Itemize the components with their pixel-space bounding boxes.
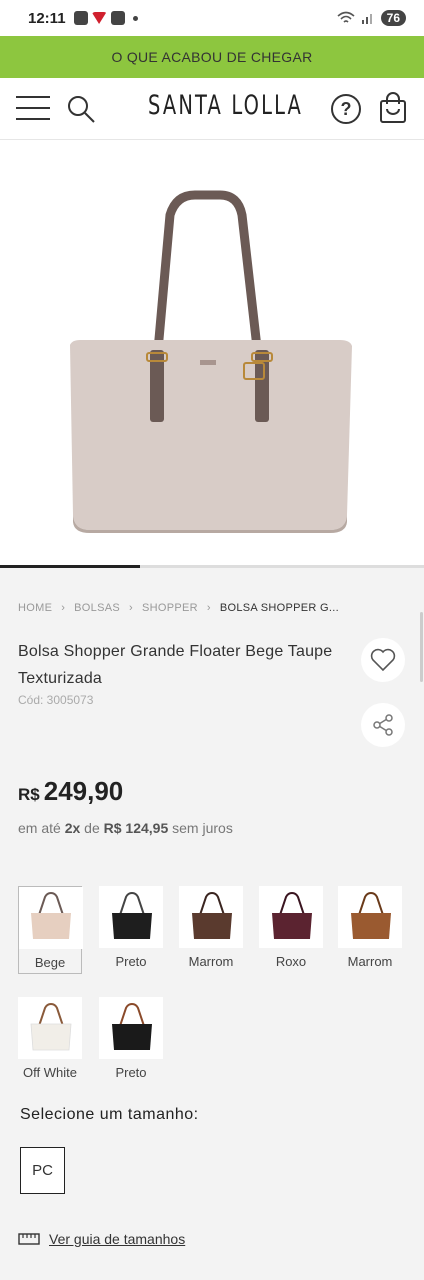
installments-amount: R$ 124,95 bbox=[103, 820, 169, 836]
brand-logo[interactable]: SANTA LOLLA bbox=[148, 90, 301, 130]
size-guide-link[interactable]: Ver guia de tamanhos bbox=[18, 1231, 185, 1247]
scrollbar[interactable] bbox=[420, 612, 423, 682]
swatch-thumbnail bbox=[179, 886, 243, 948]
color-swatch-bege[interactable]: Bege bbox=[18, 886, 83, 974]
swatch-thumbnail bbox=[18, 997, 82, 1059]
size-guide-text: Ver guia de tamanhos bbox=[49, 1231, 186, 1247]
swatch-thumbnail bbox=[99, 997, 163, 1059]
notification-v-icon bbox=[91, 12, 107, 24]
installments-prefix: em até bbox=[18, 820, 61, 836]
swatch-label: Preto bbox=[115, 954, 147, 969]
color-swatch-preto-2[interactable]: Preto bbox=[99, 997, 163, 1080]
product-sku: Cód: 3005073 bbox=[18, 693, 94, 707]
signal-icon bbox=[361, 14, 372, 24]
installments-count: 2x bbox=[64, 820, 81, 836]
color-swatch-roxo[interactable]: Roxo bbox=[259, 886, 323, 969]
installments-of: de bbox=[84, 820, 100, 836]
more-notifications-icon bbox=[132, 15, 138, 21]
swatch-label: Off White bbox=[23, 1065, 77, 1080]
swatch-thumbnail bbox=[338, 886, 402, 948]
breadcrumb-home[interactable]: HOME bbox=[18, 602, 52, 614]
product-image[interactable] bbox=[0, 140, 424, 565]
product-price: R$ 249,90 bbox=[18, 776, 123, 807]
breadcrumb: HOME › BOLSAS › SHOPPER › BOLSA SHOPPER … bbox=[18, 602, 408, 614]
swatch-label: Preto bbox=[115, 1065, 147, 1080]
gallery-progress-fill bbox=[0, 565, 140, 568]
search-icon[interactable] bbox=[66, 94, 96, 124]
product-bag-image bbox=[70, 190, 352, 533]
status-right: 76 bbox=[337, 10, 406, 26]
color-swatch-marrom-caramelo[interactable]: Marrom bbox=[338, 886, 402, 969]
share-button[interactable] bbox=[361, 703, 405, 747]
gallery-progress bbox=[0, 565, 424, 568]
youtube-icon bbox=[110, 11, 125, 25]
breadcrumb-bolsas[interactable]: BOLSAS bbox=[74, 602, 120, 614]
help-icon[interactable]: ? bbox=[331, 94, 361, 124]
chevron-right-icon: › bbox=[206, 602, 211, 614]
promo-banner[interactable]: O QUE ACABOU DE CHEGAR bbox=[0, 36, 424, 78]
share-icon bbox=[373, 714, 393, 736]
color-swatch-preto[interactable]: Preto bbox=[99, 886, 163, 969]
installments-suffix: sem juros bbox=[172, 820, 233, 836]
swatch-label: Marrom bbox=[347, 954, 393, 969]
breadcrumb-shopper[interactable]: SHOPPER bbox=[142, 602, 198, 614]
wifi-icon bbox=[337, 11, 355, 23]
swatch-label: Bege bbox=[34, 955, 66, 970]
site-header: SANTA LOLLA ? bbox=[0, 78, 424, 140]
shopping-bag-icon[interactable] bbox=[379, 92, 407, 124]
promo-banner-text: O QUE ACABOU DE CHEGAR bbox=[111, 49, 313, 65]
color-swatch-marrom[interactable]: Marrom bbox=[179, 886, 243, 969]
battery-indicator: 76 bbox=[380, 10, 406, 26]
chevron-right-icon: › bbox=[61, 602, 66, 614]
price-currency: R$ bbox=[18, 785, 40, 804]
heart-icon bbox=[370, 648, 396, 672]
price-value: 249,90 bbox=[43, 776, 124, 806]
swatch-thumbnail bbox=[259, 886, 323, 948]
ruler-icon bbox=[18, 1233, 40, 1245]
color-swatch-off-white[interactable]: Off White bbox=[18, 997, 82, 1080]
status-bar: 12:11 76 bbox=[0, 0, 424, 36]
chevron-right-icon: › bbox=[129, 602, 133, 614]
size-option-pc[interactable]: PC bbox=[20, 1147, 65, 1194]
size-heading: Selecione um tamanho: bbox=[20, 1106, 199, 1123]
status-time: 12:11 bbox=[28, 9, 66, 27]
swatch-label: Marrom bbox=[188, 954, 234, 969]
installments-info: em até 2x de R$ 124,95 sem juros bbox=[18, 820, 233, 836]
swatch-label: Roxo bbox=[275, 954, 307, 969]
notification-app-icon bbox=[73, 11, 88, 25]
breadcrumb-current: BOLSA SHOPPER G... bbox=[219, 602, 339, 614]
swatch-thumbnail bbox=[99, 886, 163, 948]
product-title: Bolsa Shopper Grande Floater Bege Taupe … bbox=[18, 643, 333, 687]
menu-icon[interactable] bbox=[16, 96, 50, 122]
wishlist-button[interactable] bbox=[361, 638, 405, 682]
swatch-thumbnail bbox=[19, 887, 83, 949]
